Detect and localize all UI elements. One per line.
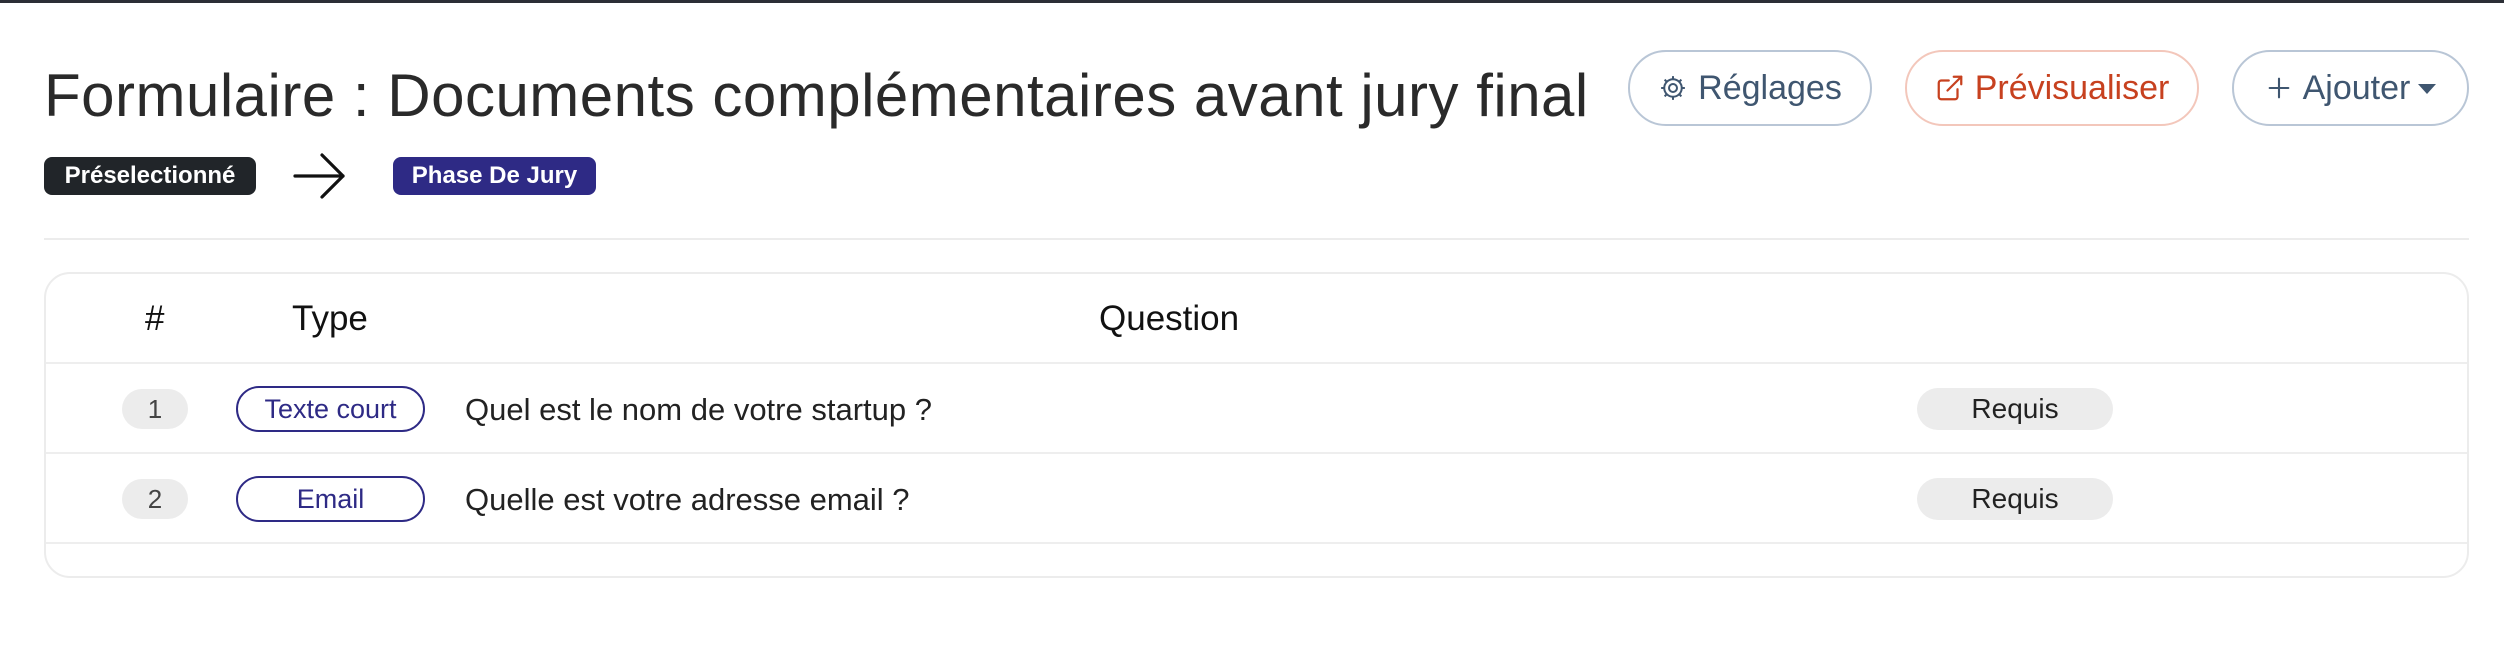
row-number-badge: 2 — [122, 479, 188, 519]
external-link-icon — [1935, 73, 1965, 103]
row-divider — [46, 452, 2467, 454]
question-type-badge: Texte court — [236, 386, 425, 432]
required-badge: Requis — [1917, 388, 2113, 430]
column-header-question: Question — [1099, 299, 1240, 338]
required-badge: Requis — [1917, 478, 2113, 520]
settings-button-label: Réglages — [1698, 68, 1842, 107]
caret-down-icon — [2418, 84, 2437, 94]
status-badge-from: Préselectionné — [44, 157, 256, 195]
add-dropdown-button[interactable]: Ajouter — [2232, 50, 2469, 126]
column-header-type: Type — [292, 299, 368, 338]
add-button-label: Ajouter — [2302, 68, 2411, 107]
preview-button[interactable]: Prévisualiser — [1905, 50, 2199, 126]
plus-icon — [2265, 74, 2293, 102]
arrow-right-icon — [292, 150, 348, 207]
settings-button[interactable]: Réglages — [1628, 50, 1872, 126]
divider — [44, 238, 2469, 240]
preview-button-label: Prévisualiser — [1974, 68, 2170, 107]
status-badge-to: Phase De Jury — [393, 157, 596, 195]
question-type-badge: Email — [236, 476, 425, 522]
column-header-number: # — [145, 299, 165, 338]
gear-icon — [1658, 73, 1688, 103]
row-divider — [46, 542, 2467, 544]
question-text[interactable]: Quelle est votre adresse email ? — [465, 480, 910, 520]
page-title: Formulaire : Documents complémentaires a… — [44, 62, 1589, 129]
row-number-badge: 1 — [122, 389, 188, 429]
row-divider — [46, 362, 2467, 364]
top-rule — [0, 0, 2504, 3]
question-text[interactable]: Quel est le nom de votre startup ? — [465, 390, 932, 430]
